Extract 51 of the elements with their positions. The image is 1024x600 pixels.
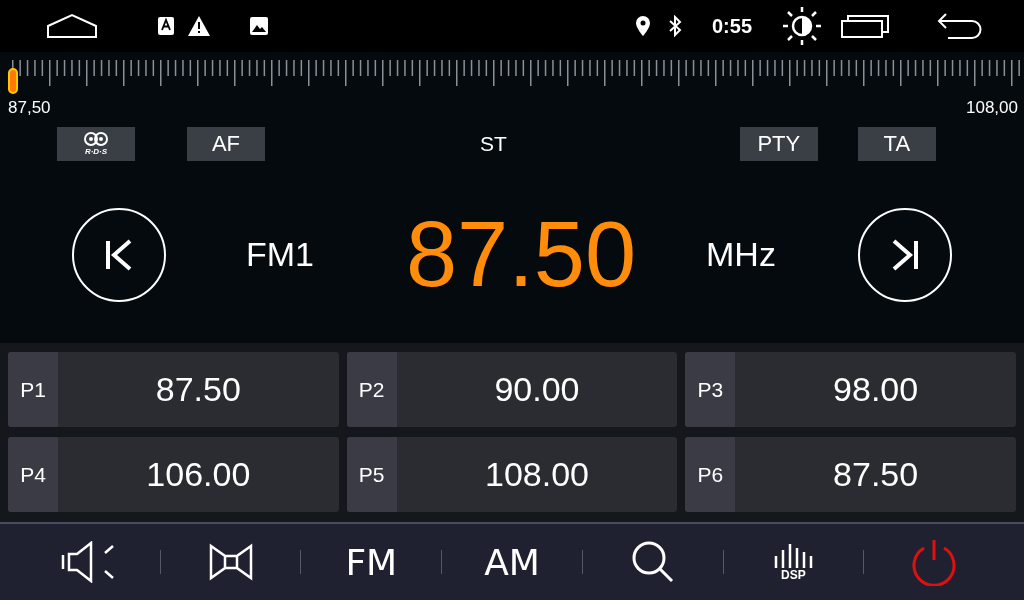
equalizer-icon <box>773 542 814 568</box>
back-icon[interactable] <box>936 12 984 40</box>
font-icon <box>158 17 174 35</box>
preset-button[interactable]: P6 87.50 <box>685 437 1016 512</box>
band-button[interactable]: AM <box>484 541 540 583</box>
brightness-icon[interactable] <box>782 6 822 46</box>
preset-number: P3 <box>685 352 736 427</box>
preset-frequency: 98.00 <box>832 369 920 410</box>
clock-time: 0:55 <box>711 14 752 38</box>
preset-number: P4 <box>8 437 58 512</box>
preset-number: P1 <box>8 352 58 427</box>
home-icon[interactable] <box>46 13 98 39</box>
preset-frequency: 90.00 <box>493 369 581 410</box>
frequency-unit: MHz <box>706 235 777 274</box>
toggle-button[interactable]: TA <box>857 127 936 161</box>
rds-logo-icon <box>82 132 110 146</box>
preset-number: P6 <box>685 437 736 512</box>
tuning-slider-thumb[interactable] <box>8 68 18 94</box>
preset-button[interactable]: P2 90.00 <box>346 352 678 427</box>
preset-button[interactable]: P4 106.00 <box>8 437 339 512</box>
current-frequency: 87.50 <box>404 202 638 307</box>
skip-back-icon <box>104 238 134 271</box>
search-icon[interactable] <box>630 540 675 584</box>
location-icon <box>635 16 650 36</box>
preset-frequency: 106.00 <box>145 454 252 495</box>
toggle-button[interactable]: PTY <box>739 127 818 161</box>
recent-apps-icon[interactable] <box>840 13 892 39</box>
power-icon[interactable] <box>911 538 958 586</box>
preset-button[interactable]: P5 108.00 <box>346 437 678 512</box>
bluetooth-icon <box>667 15 682 37</box>
band-button[interactable]: FM <box>345 541 398 583</box>
stereo-indicator: ST <box>480 132 507 156</box>
skip-forward-icon <box>890 238 920 271</box>
speakers-icon[interactable] <box>208 542 253 582</box>
max-frequency-label: 108,00 <box>966 98 1018 118</box>
min-frequency-label: 87,50 <box>8 98 51 118</box>
preset-button[interactable]: P3 98.00 <box>685 352 1016 427</box>
seek-back-button[interactable] <box>72 207 166 302</box>
seek-forward-button[interactable] <box>858 207 952 302</box>
image-icon <box>250 17 268 35</box>
dsp-button[interactable]: DSP <box>773 542 814 582</box>
preset-frequency: 87.50 <box>832 454 920 495</box>
toggle-button[interactable]: AF <box>187 127 265 161</box>
rds-button[interactable]: R·D·S <box>57 127 135 161</box>
preset-number: P2 <box>346 352 397 427</box>
preset-frequency: 87.50 <box>154 369 242 410</box>
preset-frequency: 108.00 <box>484 454 590 495</box>
preset-button[interactable]: P1 87.50 <box>8 352 339 427</box>
warning-icon <box>188 16 210 36</box>
band-label: FM1 <box>246 235 315 274</box>
preset-number: P5 <box>346 437 397 512</box>
